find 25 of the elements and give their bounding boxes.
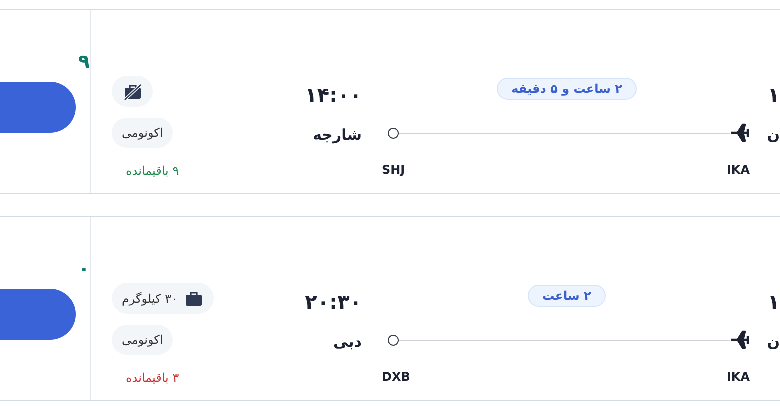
airplane-icon (730, 123, 752, 143)
seats-left-text: ۳ باقیمانده (126, 370, 180, 386)
arrival-city: ن (767, 125, 780, 145)
destination-airport-code: IKA (726, 369, 750, 385)
origin-airport-code: SHJ (382, 162, 406, 178)
baggage-text: ۳۰ کیلوگرم (122, 290, 178, 308)
departure-city: دبی (333, 332, 362, 352)
duration-badge: ۲ ساعت و ۵ دقیقه (496, 78, 638, 100)
arrival-city: ن (767, 332, 780, 352)
cabin-class-badge: اکونومی (112, 325, 174, 355)
destination-airport-code: IKA (726, 162, 750, 178)
no-baggage-icon (122, 82, 142, 100)
departure-time: ۲۰:۳۰ (305, 289, 362, 315)
origin-airport-code: DXB (382, 369, 410, 385)
seats-left-text: ۹ باقیمانده (126, 163, 180, 179)
departure-city: شارجه (313, 125, 362, 145)
cabin-class-badge: اکونومی (112, 118, 174, 148)
suitcase-icon (184, 290, 204, 308)
price-text: ۹ (77, 50, 90, 74)
price-text: ۰ (77, 257, 90, 281)
duration-badge: ۲ ساعت (528, 285, 606, 307)
arrival-time: ۱ (768, 82, 780, 108)
arrival-time: ۱ (768, 289, 780, 315)
airplane-icon (730, 330, 752, 350)
departure-time: ۱۴:۰۰ (305, 82, 362, 108)
